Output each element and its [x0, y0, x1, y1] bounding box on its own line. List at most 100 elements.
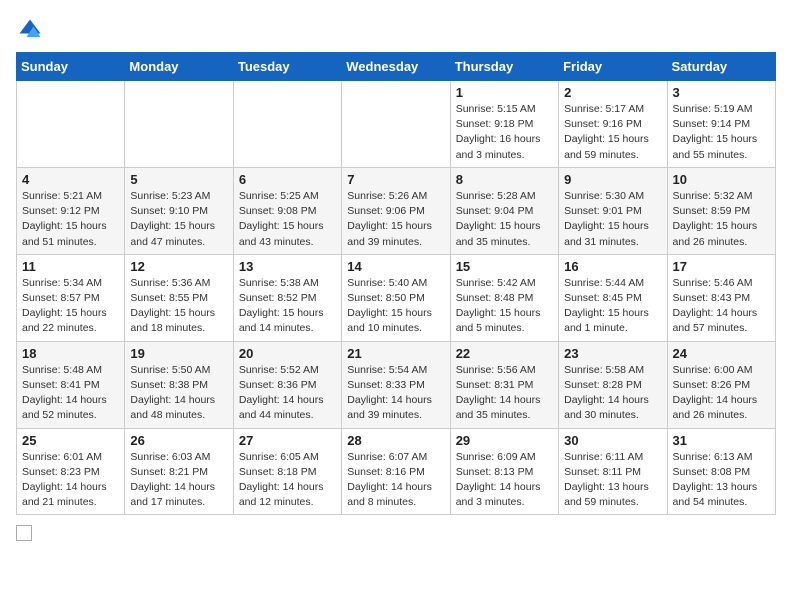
calendar-cell: 29Sunrise: 6:09 AM Sunset: 8:13 PM Dayli…: [450, 428, 558, 515]
day-info: Sunrise: 5:26 AM Sunset: 9:06 PM Dayligh…: [347, 189, 444, 250]
day-number: 4: [22, 172, 119, 187]
week-row-5: 25 Sunrise: 6:01 AM Sunset: 8:23 PM Dayli…: [17, 428, 776, 515]
calendar-cell: 16Sunrise: 5:44 AM Sunset: 8:45 PM Dayli…: [559, 254, 667, 341]
day-number: 14: [347, 259, 444, 274]
day-info: Sunrise: 5:21 AM Sunset: 9:12 PM Dayligh…: [22, 189, 119, 250]
day-number: 5: [130, 172, 227, 187]
day-number: 11: [22, 259, 119, 274]
day-number: 29: [456, 433, 553, 448]
day-info: Sunrise: 5:36 AM Sunset: 8:55 PM Dayligh…: [130, 276, 227, 337]
calendar-cell: 14 Sunrise: 5:40 AM Sunset: 8:50 PM Dayli…: [342, 254, 450, 341]
calendar-cell: 11Sunrise: 5:34 AM Sunset: 8:57 PM Dayli…: [17, 254, 125, 341]
calendar-cell: 20 Sunrise: 5:52 AM Sunset: 8:36 PM Dayli…: [233, 341, 341, 428]
day-info: Sunrise: 6:03 AM Sunset: 8:21 PM Dayligh…: [130, 450, 227, 511]
day-info: Sunrise: 5:17 AM Sunset: 9:16 PM Dayligh…: [564, 102, 661, 163]
calendar: SundayMondayTuesdayWednesdayThursdayFrid…: [16, 52, 776, 515]
day-info: Sunrise: 5:28 AM Sunset: 9:04 PM Dayligh…: [456, 189, 553, 250]
calendar-cell: 4 Sunrise: 5:21 AM Sunset: 9:12 PM Daylig…: [17, 167, 125, 254]
day-header-friday: Friday: [559, 53, 667, 81]
day-header-tuesday: Tuesday: [233, 53, 341, 81]
day-number: 28: [347, 433, 444, 448]
calendar-cell: 26 Sunrise: 6:03 AM Sunset: 8:21 PM Dayli…: [125, 428, 233, 515]
calendar-cell: 15Sunrise: 5:42 AM Sunset: 8:48 PM Dayli…: [450, 254, 558, 341]
day-number: 21: [347, 346, 444, 361]
day-info: Sunrise: 6:07 AM Sunset: 8:16 PM Dayligh…: [347, 450, 444, 511]
day-number: 1: [456, 85, 553, 100]
day-number: 30: [564, 433, 661, 448]
day-number: 22: [456, 346, 553, 361]
day-number: 7: [347, 172, 444, 187]
day-info: Sunrise: 6:00 AM Sunset: 8:26 PM Dayligh…: [673, 363, 770, 424]
calendar-cell: [125, 81, 233, 168]
calendar-cell: 28 Sunrise: 6:07 AM Sunset: 8:16 PM Dayli…: [342, 428, 450, 515]
calendar-cell: 21Sunrise: 5:54 AM Sunset: 8:33 PM Dayli…: [342, 341, 450, 428]
day-number: 20: [239, 346, 336, 361]
calendar-cell: 30 Sunrise: 6:11 AM Sunset: 8:11 PM Dayli…: [559, 428, 667, 515]
calendar-cell: 6 Sunrise: 5:25 AM Sunset: 9:08 PM Daylig…: [233, 167, 341, 254]
day-info: Sunrise: 5:19 AM Sunset: 9:14 PM Dayligh…: [673, 102, 770, 163]
day-number: 8: [456, 172, 553, 187]
day-number: 9: [564, 172, 661, 187]
day-info: Sunrise: 5:25 AM Sunset: 9:08 PM Dayligh…: [239, 189, 336, 250]
calendar-cell: [342, 81, 450, 168]
calendar-cell: 8 Sunrise: 5:28 AM Sunset: 9:04 PM Daylig…: [450, 167, 558, 254]
day-info: Sunrise: 5:15 AM Sunset: 9:18 PM Dayligh…: [456, 102, 553, 163]
week-row-1: 1 Sunrise: 5:15 AM Sunset: 9:18 PM Daylig…: [17, 81, 776, 168]
day-number: 13: [239, 259, 336, 274]
day-info: Sunrise: 5:30 AM Sunset: 9:01 PM Dayligh…: [564, 189, 661, 250]
day-number: 19: [130, 346, 227, 361]
logo: [16, 16, 48, 44]
day-number: 10: [673, 172, 770, 187]
day-info: Sunrise: 5:48 AM Sunset: 8:41 PM Dayligh…: [22, 363, 119, 424]
calendar-cell: [233, 81, 341, 168]
calendar-cell: 18 Sunrise: 5:48 AM Sunset: 8:41 PM Dayli…: [17, 341, 125, 428]
page-header: [16, 16, 776, 44]
day-info: Sunrise: 5:23 AM Sunset: 9:10 PM Dayligh…: [130, 189, 227, 250]
calendar-cell: 3Sunrise: 5:19 AM Sunset: 9:14 PM Daylig…: [667, 81, 775, 168]
calendar-cell: 2 Sunrise: 5:17 AM Sunset: 9:16 PM Daylig…: [559, 81, 667, 168]
day-info: Sunrise: 5:52 AM Sunset: 8:36 PM Dayligh…: [239, 363, 336, 424]
day-info: Sunrise: 5:32 AM Sunset: 8:59 PM Dayligh…: [673, 189, 770, 250]
day-number: 27: [239, 433, 336, 448]
day-info: Sunrise: 5:44 AM Sunset: 8:45 PM Dayligh…: [564, 276, 661, 337]
calendar-cell: 13 Sunrise: 5:38 AM Sunset: 8:52 PM Dayli…: [233, 254, 341, 341]
logo-icon: [16, 16, 44, 44]
calendar-cell: 31Sunrise: 6:13 AM Sunset: 8:08 PM Dayli…: [667, 428, 775, 515]
day-info: Sunrise: 6:01 AM Sunset: 8:23 PM Dayligh…: [22, 450, 119, 511]
day-number: 2: [564, 85, 661, 100]
header-row: SundayMondayTuesdayWednesdayThursdayFrid…: [17, 53, 776, 81]
day-number: 23: [564, 346, 661, 361]
calendar-cell: 9 Sunrise: 5:30 AM Sunset: 9:01 PM Daylig…: [559, 167, 667, 254]
calendar-cell: 5 Sunrise: 5:23 AM Sunset: 9:10 PM Daylig…: [125, 167, 233, 254]
week-row-4: 18 Sunrise: 5:48 AM Sunset: 8:41 PM Dayli…: [17, 341, 776, 428]
day-number: 26: [130, 433, 227, 448]
calendar-cell: [17, 81, 125, 168]
calendar-cell: 17Sunrise: 5:46 AM Sunset: 8:43 PM Dayli…: [667, 254, 775, 341]
day-header-sunday: Sunday: [17, 53, 125, 81]
calendar-cell: 27Sunrise: 6:05 AM Sunset: 8:18 PM Dayli…: [233, 428, 341, 515]
day-info: Sunrise: 5:40 AM Sunset: 8:50 PM Dayligh…: [347, 276, 444, 337]
day-number: 12: [130, 259, 227, 274]
calendar-cell: 19 Sunrise: 5:50 AM Sunset: 8:38 PM Dayli…: [125, 341, 233, 428]
day-info: Sunrise: 5:38 AM Sunset: 8:52 PM Dayligh…: [239, 276, 336, 337]
day-info: Sunrise: 5:50 AM Sunset: 8:38 PM Dayligh…: [130, 363, 227, 424]
week-row-2: 4 Sunrise: 5:21 AM Sunset: 9:12 PM Daylig…: [17, 167, 776, 254]
day-header-monday: Monday: [125, 53, 233, 81]
day-number: 6: [239, 172, 336, 187]
day-number: 24: [673, 346, 770, 361]
day-info: Sunrise: 5:58 AM Sunset: 8:28 PM Dayligh…: [564, 363, 661, 424]
calendar-cell: 23 Sunrise: 5:58 AM Sunset: 8:28 PM Dayli…: [559, 341, 667, 428]
week-row-3: 11Sunrise: 5:34 AM Sunset: 8:57 PM Dayli…: [17, 254, 776, 341]
day-info: Sunrise: 6:13 AM Sunset: 8:08 PM Dayligh…: [673, 450, 770, 511]
day-info: Sunrise: 6:11 AM Sunset: 8:11 PM Dayligh…: [564, 450, 661, 511]
day-number: 15: [456, 259, 553, 274]
day-header-thursday: Thursday: [450, 53, 558, 81]
day-number: 17: [673, 259, 770, 274]
calendar-cell: 25 Sunrise: 6:01 AM Sunset: 8:23 PM Dayli…: [17, 428, 125, 515]
day-number: 18: [22, 346, 119, 361]
calendar-cell: 1 Sunrise: 5:15 AM Sunset: 9:18 PM Daylig…: [450, 81, 558, 168]
day-number: 25: [22, 433, 119, 448]
calendar-cell: 7 Sunrise: 5:26 AM Sunset: 9:06 PM Daylig…: [342, 167, 450, 254]
daylight-box-icon: [16, 525, 32, 541]
day-header-saturday: Saturday: [667, 53, 775, 81]
